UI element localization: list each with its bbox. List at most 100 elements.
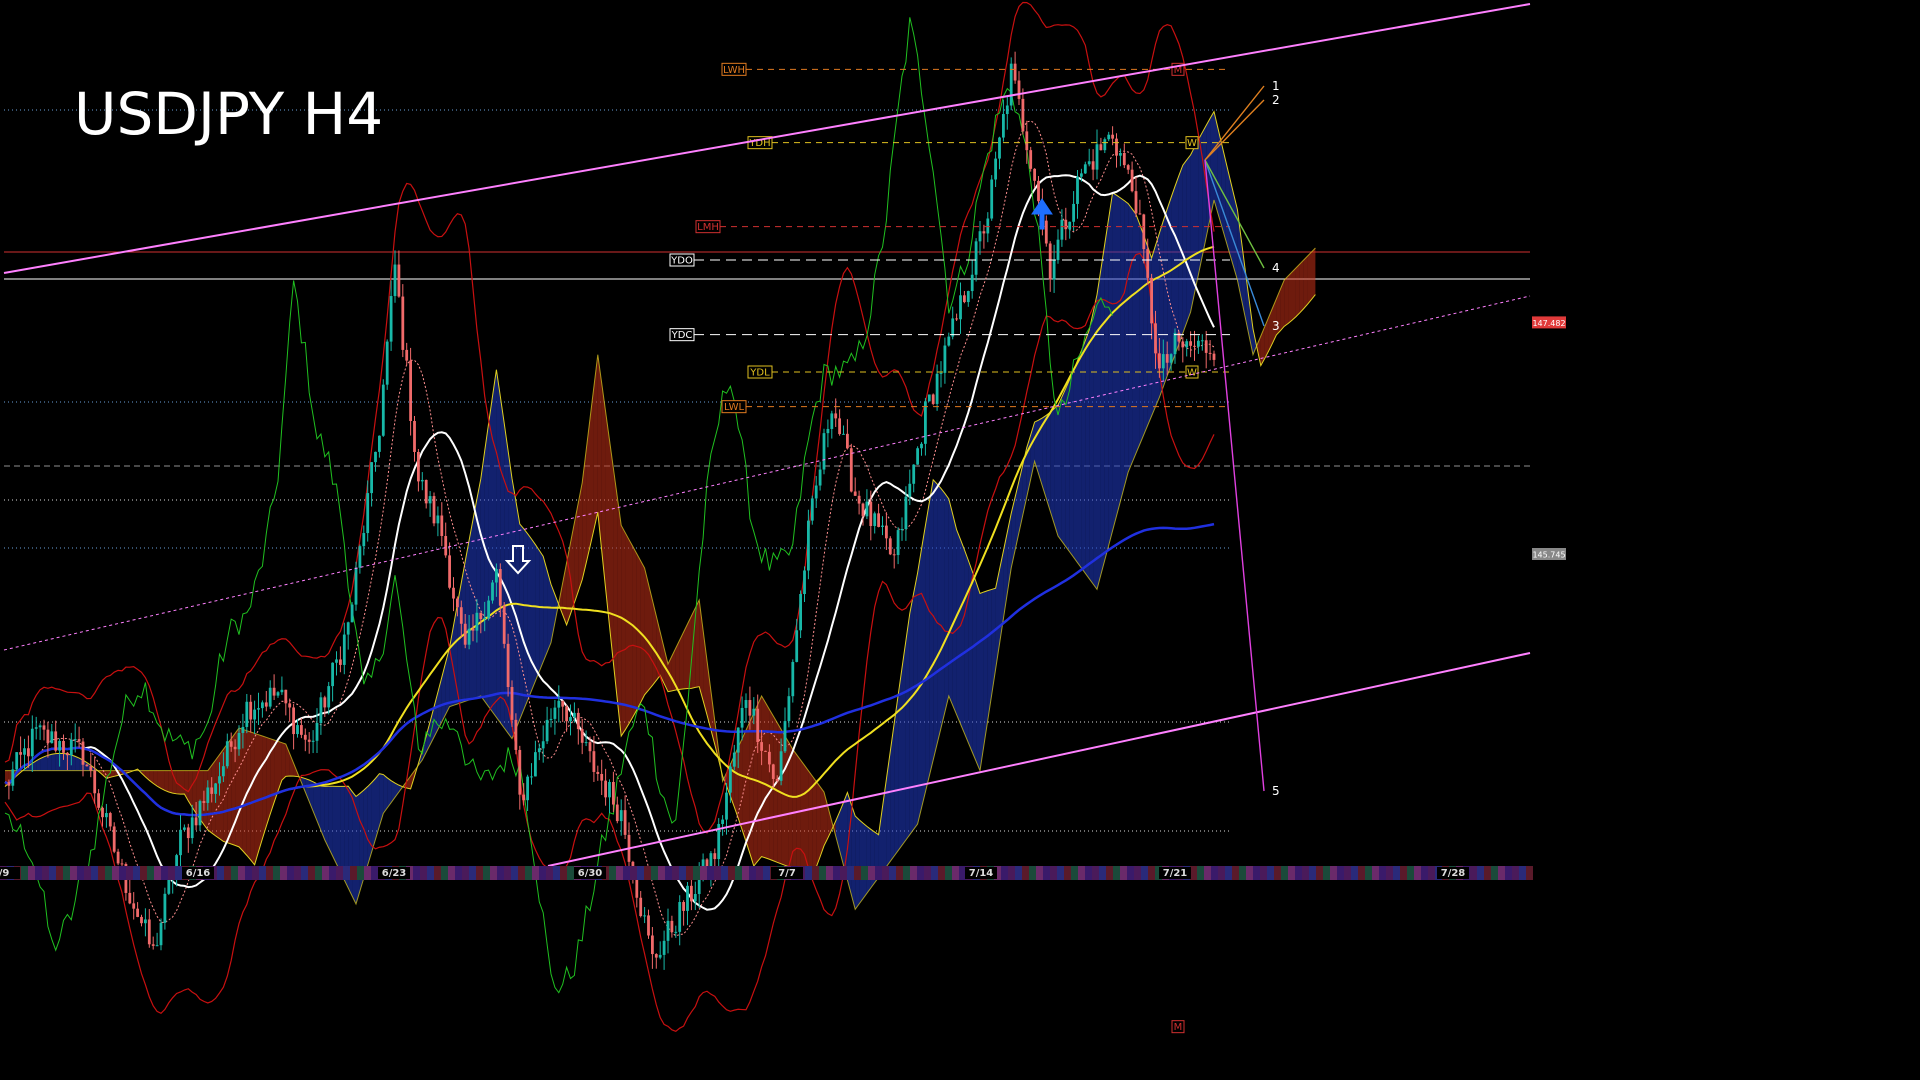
cloud-segment [1097, 269, 1101, 590]
axis-cell [455, 866, 462, 880]
candle-body [744, 700, 748, 708]
candle-body [264, 702, 268, 707]
axis-cell [1064, 866, 1071, 880]
axis-cell [336, 866, 343, 880]
candle-body [822, 433, 826, 470]
axis-cell [252, 866, 259, 880]
candle-body [354, 567, 358, 605]
axis-cell [441, 866, 448, 880]
level-lmh-label: LMH [697, 222, 719, 233]
cloud-segment [1112, 192, 1117, 531]
candle-body [857, 495, 861, 504]
axis-cell [77, 866, 84, 880]
candle-body [1150, 277, 1153, 324]
candle-body [1037, 180, 1040, 202]
candle-body [502, 605, 506, 644]
candle-body [11, 769, 15, 786]
candle-body [358, 546, 362, 568]
candle-body [378, 435, 381, 452]
cloud-segment [1069, 370, 1074, 558]
candle-body [791, 661, 795, 697]
candle-body [459, 607, 463, 624]
candle-body [623, 810, 627, 835]
cloud-segment [258, 734, 263, 852]
axis-cell [1407, 866, 1414, 880]
candle-body [1134, 191, 1138, 214]
cloud-segment [164, 770, 169, 792]
cloud-segment [176, 770, 181, 795]
cloud-segment [1046, 412, 1051, 512]
candle-body [904, 496, 908, 529]
axis-cell [910, 866, 917, 880]
candle-body [584, 742, 588, 744]
candle-body [943, 345, 947, 373]
candle-body [85, 764, 89, 767]
axis-cell [504, 866, 511, 880]
cloud-segment [476, 478, 481, 698]
cloud-segment [469, 519, 473, 700]
axis-cell [1526, 866, 1533, 880]
axis-cell [721, 866, 728, 880]
axis-cell [1050, 866, 1057, 880]
cloud-segment [324, 786, 329, 848]
candle-body [931, 394, 935, 404]
candle-body [1119, 152, 1122, 156]
cloud-segment [1073, 360, 1078, 563]
axis-cell [1232, 866, 1239, 880]
candle-body [93, 770, 97, 794]
candle-body [580, 729, 584, 743]
cloud-segment [1292, 268, 1296, 321]
axis-cell [357, 866, 364, 880]
candle-body [479, 612, 483, 619]
cloud-segment [960, 539, 965, 734]
axis-cell [546, 866, 553, 880]
candle-body [42, 725, 46, 730]
candle-body [1080, 173, 1083, 177]
axis-cell [245, 866, 252, 880]
axis-cell [1099, 866, 1106, 880]
axis-cell [147, 866, 154, 880]
axis-cell [1008, 866, 1015, 880]
axis-cell [287, 866, 294, 880]
axis-cell [1029, 866, 1036, 880]
candle-body [46, 729, 50, 744]
candle-body [323, 697, 327, 708]
cloud-segment [539, 550, 544, 672]
candle-body [342, 634, 346, 665]
candle-body [112, 826, 116, 852]
axis-cell [231, 866, 238, 880]
candle-body [900, 528, 904, 531]
axis-cell [112, 866, 119, 880]
candle-body [537, 748, 541, 753]
axis-cell [686, 866, 693, 880]
candle-body [1025, 131, 1029, 151]
candle-body [1146, 249, 1150, 278]
cloud-segment [1100, 243, 1105, 575]
axis-cell [161, 866, 168, 880]
cloud-segment [328, 786, 333, 856]
axis-cell [833, 866, 840, 880]
axis-cell [616, 866, 623, 880]
candle-body [179, 829, 182, 856]
cloud-segment [75, 756, 80, 771]
candle-body [697, 877, 701, 895]
axis-cell [1190, 866, 1197, 880]
axis-cell [1400, 866, 1407, 880]
candle-body [1197, 340, 1200, 347]
candle-body [374, 451, 377, 463]
candle-body [888, 538, 892, 555]
wave-label-5: 5 [1272, 784, 1280, 798]
candle-body [1142, 214, 1146, 250]
candle-body [1033, 168, 1036, 181]
axis-cell [56, 866, 63, 880]
candle-body [963, 295, 966, 303]
axis-cell [322, 866, 329, 880]
cloud-segment [1295, 264, 1300, 317]
candle-body [1009, 63, 1013, 106]
cloud-segment [905, 613, 910, 840]
candle-body [510, 687, 514, 720]
cloud-segment [473, 499, 477, 699]
candle-body [604, 780, 607, 798]
candle-body [385, 341, 389, 385]
cloud-segment [785, 736, 789, 867]
